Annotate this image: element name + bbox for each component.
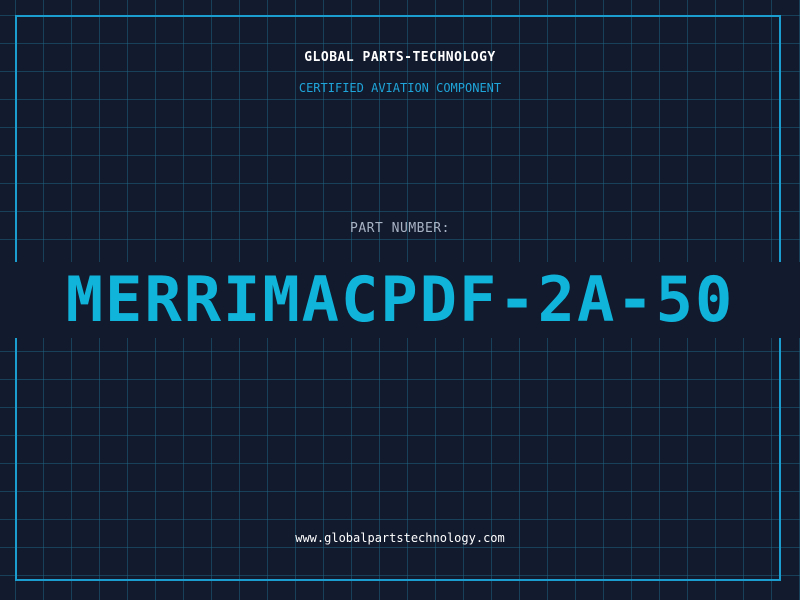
website-url: www.globalpartstechnology.com [295, 531, 505, 545]
certification-tagline: CERTIFIED AVIATION COMPONENT [298, 81, 502, 95]
part-number-label: PART NUMBER: [350, 221, 450, 236]
part-number-value: MERRIMACPDF-2A-50 [65, 263, 735, 336]
part-label-card: GLOBAL PARTS-TECHNOLOGY CERTIFIED AVIATI… [0, 0, 800, 600]
company-name: GLOBAL PARTS-TECHNOLOGY [304, 50, 496, 65]
